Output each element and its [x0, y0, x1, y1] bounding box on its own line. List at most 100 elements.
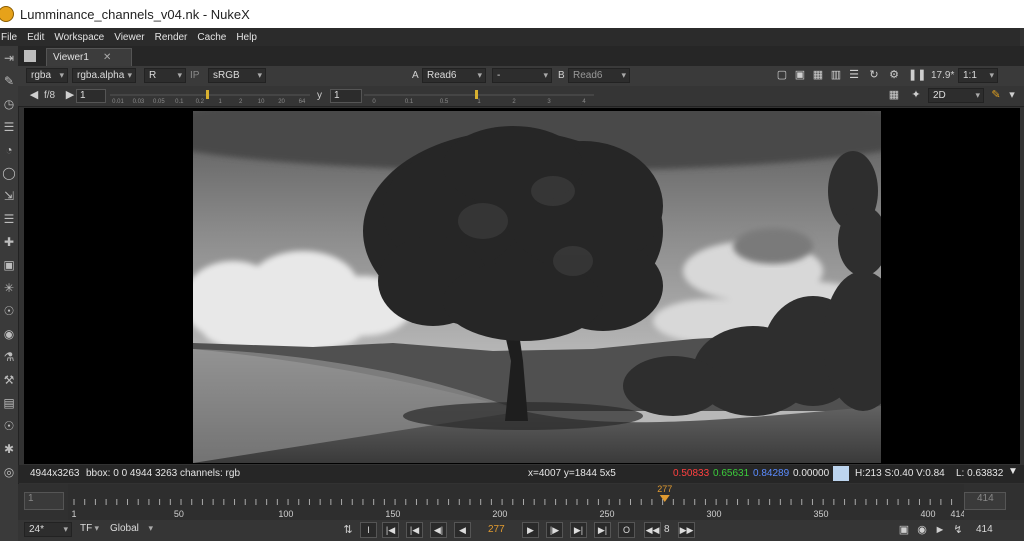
- menu-help[interactable]: Help: [236, 32, 257, 43]
- step-back-button[interactable]: ◀|: [430, 522, 447, 538]
- filter-icon[interactable]: ◯: [0, 161, 18, 184]
- next-keyframe-button[interactable]: ▶|: [570, 522, 587, 538]
- merge-icon[interactable]: ☰: [0, 207, 18, 230]
- loop-mode-icon[interactable]: ⇅: [342, 524, 354, 536]
- ip-toggle[interactable]: IP: [190, 70, 199, 81]
- current-frame-input[interactable]: 277: [488, 524, 505, 535]
- menu-workspace[interactable]: Workspace: [54, 32, 104, 43]
- menu-render[interactable]: Render: [155, 32, 188, 43]
- furnace-icon[interactable]: ☉: [0, 414, 18, 437]
- gain-tick-label: 0.05: [153, 99, 165, 104]
- list-icon[interactable]: ☰: [848, 69, 860, 81]
- region-icon[interactable]: ▣: [794, 69, 806, 81]
- menu-edit[interactable]: Edit: [27, 32, 44, 43]
- transform-icon[interactable]: ✚: [0, 230, 18, 253]
- play-forward-button[interactable]: ▶: [522, 522, 539, 538]
- crop-icon[interactable]: ▦: [888, 89, 900, 101]
- fstop-label: f/8: [44, 90, 56, 101]
- gain-slider-handle[interactable]: [206, 90, 209, 99]
- refresh-icon[interactable]: ↻: [868, 69, 880, 81]
- range-scope-select[interactable]: Global: [106, 522, 156, 537]
- nuke-logo-icon: [0, 6, 14, 22]
- bbox-readout: bbox: 0 0 4944 3263 channels: rgb: [86, 468, 241, 479]
- channel-icon[interactable]: ☰: [0, 115, 18, 138]
- step-forward-button[interactable]: |▶: [546, 522, 563, 538]
- display-channel-select[interactable]: R: [144, 68, 186, 83]
- deep-icon[interactable]: ☉: [0, 299, 18, 322]
- first-frame-button[interactable]: |◀: [382, 522, 399, 538]
- timeline-ruler[interactable]: 1 50 100 150 200 250 300 350 400 414 277: [68, 484, 964, 520]
- paint-brush-icon[interactable]: ✎: [990, 89, 1002, 101]
- audio-icon[interactable]: ►: [934, 524, 946, 536]
- chevron-right-icon[interactable]: ▶: [64, 89, 76, 101]
- last-frame-button[interactable]: ▶|: [594, 522, 611, 538]
- input-a-select[interactable]: Read6: [422, 68, 486, 83]
- timeline[interactable]: 1 1 50 100 150 200 250 300 350 400 414 277 414: [18, 484, 1024, 520]
- pane-menu-icon[interactable]: [24, 50, 36, 62]
- menu-file[interactable]: File: [1, 32, 17, 43]
- gain-tick-label: 1: [219, 99, 223, 104]
- pause-icon[interactable]: ❚❚: [908, 69, 926, 81]
- nodes-icon[interactable]: ✱: [0, 437, 18, 460]
- previous-keyframe-button[interactable]: |◀: [406, 522, 423, 538]
- clock-icon[interactable]: ◷: [0, 92, 18, 115]
- close-icon[interactable]: ✕: [103, 52, 111, 63]
- range-start-input[interactable]: 1: [24, 492, 64, 510]
- roi-icon[interactable]: ▢: [776, 69, 788, 81]
- cube-3d-icon[interactable]: ▣: [0, 253, 18, 276]
- skip-forward-increment-button[interactable]: ▶▶: [678, 522, 695, 538]
- viewer-lut-select[interactable]: sRGB: [208, 68, 266, 83]
- channels-select[interactable]: rgba: [26, 68, 68, 83]
- ocula-icon[interactable]: ◎: [0, 460, 18, 483]
- range-end-input[interactable]: 414: [964, 492, 1006, 510]
- paint-brush-icon[interactable]: ✎: [0, 69, 18, 92]
- other-icon[interactable]: ▤: [0, 391, 18, 414]
- end-frame-readout: 414: [976, 524, 993, 535]
- zoom-select[interactable]: 1:1: [958, 68, 998, 83]
- chevron-left-icon[interactable]: ◀: [28, 89, 40, 101]
- alpha-channel-select[interactable]: rgba.alpha: [72, 68, 136, 83]
- zebra-icon[interactable]: ▦: [812, 69, 824, 81]
- timeline-tick-label: 414: [950, 509, 964, 519]
- menu-cache[interactable]: Cache: [197, 32, 226, 43]
- frame-increment-input[interactable]: 8: [664, 524, 670, 535]
- record-icon[interactable]: ◉: [916, 524, 928, 536]
- alpha-value: 0.00000: [793, 468, 830, 479]
- gain-input[interactable]: 1: [76, 89, 106, 103]
- color-wheel-icon[interactable]: ◔: [0, 138, 18, 161]
- metadata-icon[interactable]: ⚗: [0, 345, 18, 368]
- export-icon[interactable]: ↯: [952, 524, 964, 536]
- view-mode-select[interactable]: 2D: [928, 88, 984, 103]
- gamma-slider[interactable]: 0 0.1 0.5 1 2 3 4: [364, 89, 594, 104]
- info-menu-icon[interactable]: ▼: [1008, 466, 1018, 477]
- input-b-select[interactable]: Read6: [568, 68, 630, 83]
- out-point-button[interactable]: O: [618, 522, 635, 538]
- gamma-input[interactable]: 1: [330, 89, 362, 103]
- keyer-icon[interactable]: ⇲: [0, 184, 18, 207]
- flipbook-icon[interactable]: ▣: [898, 524, 910, 536]
- gamma-slider-handle[interactable]: [475, 90, 478, 99]
- blue-value: 0.84289: [753, 468, 790, 479]
- toolbar-toggle-icon[interactable]: ⇥: [0, 46, 18, 69]
- tab-viewer1[interactable]: Viewer1 ✕: [46, 48, 132, 66]
- settings-chevron-icon[interactable]: ▾: [1006, 89, 1018, 101]
- skip-back-increment-button[interactable]: ◀◀: [644, 522, 661, 538]
- wipe-mode-select[interactable]: -: [492, 68, 552, 83]
- menu-viewer[interactable]: Viewer: [114, 32, 144, 43]
- views-icon[interactable]: ◉: [0, 322, 18, 345]
- tools-icon[interactable]: ⚒: [0, 368, 18, 391]
- gain-slider[interactable]: 0.01 0.03 0.05 0.1 0.2 1 2 10 20 64: [110, 89, 310, 104]
- play-backward-button[interactable]: ◀: [454, 522, 471, 538]
- particles-icon[interactable]: ✳: [0, 276, 18, 299]
- in-point-button[interactable]: I: [360, 522, 377, 538]
- gain-tick-label: 2: [239, 99, 243, 104]
- timecode-format-select[interactable]: TF: [76, 522, 102, 537]
- gain-tick-label: 64: [299, 99, 306, 104]
- tracker-icon[interactable]: ✦: [910, 89, 922, 101]
- fps-select[interactable]: 24*: [24, 522, 72, 537]
- proxy-icon[interactable]: ⚙: [888, 69, 900, 81]
- timeline-tick-label: 1: [71, 509, 76, 519]
- green-value: 0.65631: [713, 468, 750, 479]
- overlay-icon[interactable]: ▥: [830, 69, 842, 81]
- input-b-label: B: [558, 70, 565, 81]
